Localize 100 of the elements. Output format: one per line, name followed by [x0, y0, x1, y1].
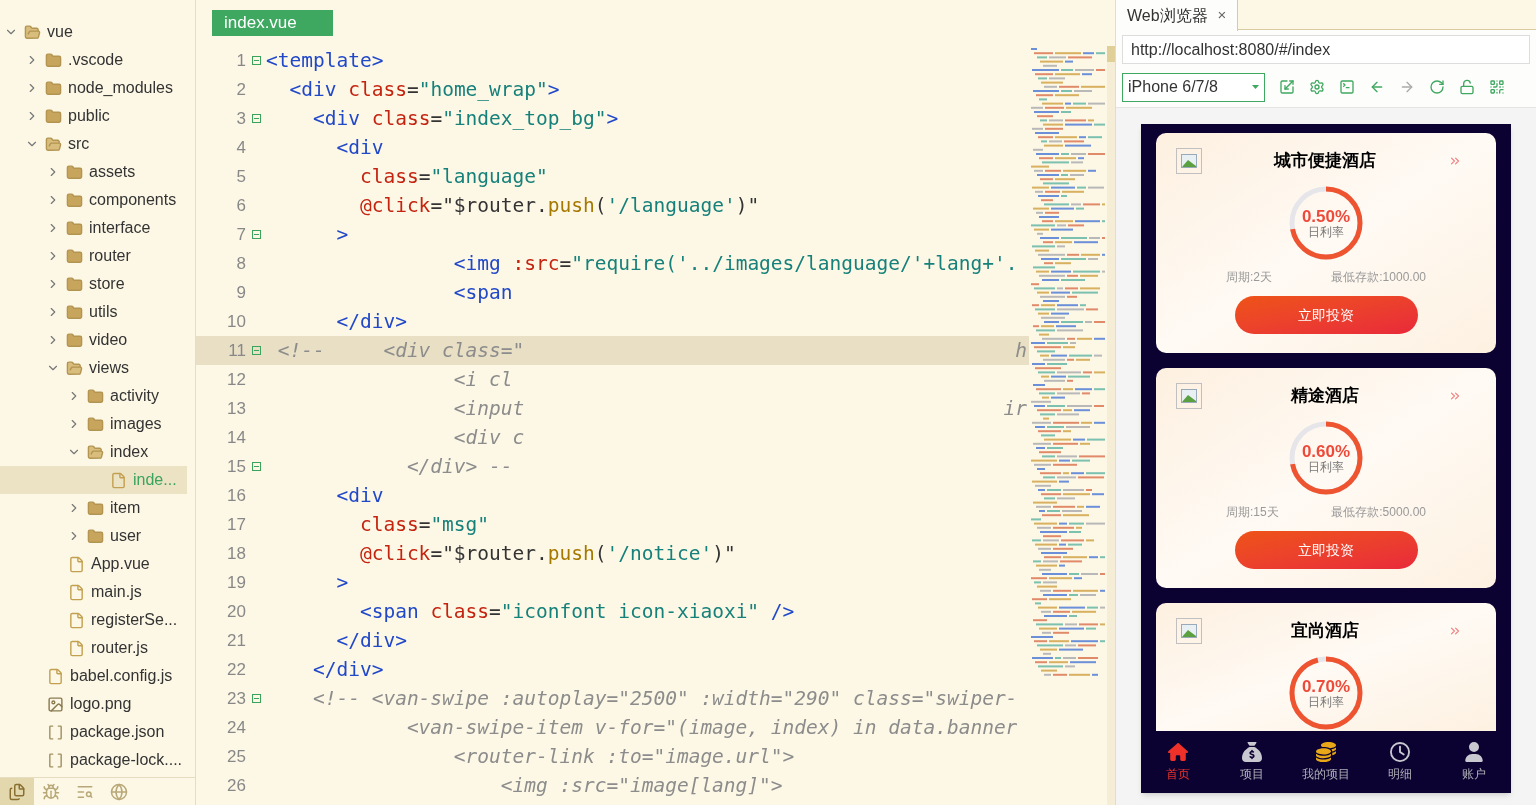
invest-button[interactable]: 立即投资: [1234, 296, 1418, 334]
folder-icon: [45, 51, 62, 69]
folder-icon: [45, 79, 62, 97]
tree-item[interactable]: main.js: [0, 578, 187, 606]
line-number: 3: [235, 107, 246, 130]
resize-icon[interactable]: [1279, 79, 1295, 95]
code-line: <div c: [452, 424, 525, 451]
device-dropdown[interactable]: iPhone 6/7/8: [1122, 72, 1265, 102]
nav-tab[interactable]: 项目: [1215, 731, 1289, 793]
double-chevron-icon[interactable]: [1448, 389, 1462, 403]
code-line: class="language": [358, 163, 548, 190]
folder-icon: [87, 387, 104, 405]
tree-item[interactable]: src: [0, 130, 187, 158]
tree-item[interactable]: images: [0, 410, 187, 438]
tree-item[interactable]: vue: [0, 18, 187, 46]
code-line: <div: [335, 482, 384, 509]
files-tool-button[interactable]: [0, 777, 34, 805]
code-line: <van-swipe-item v-for="(image, index) in data.banner: [405, 714, 1018, 741]
minimum-deposit-text: 最低存款:5000.00: [1331, 504, 1426, 521]
double-chevron-icon[interactable]: [1448, 154, 1462, 168]
code-line: </div>: [335, 308, 407, 335]
code-line: <template>: [266, 47, 384, 74]
tree-item[interactable]: components: [0, 186, 187, 214]
tree-item[interactable]: babel.config.js: [0, 662, 187, 690]
code-line: </div>: [311, 656, 384, 683]
js-file-icon: [68, 583, 85, 601]
terminal-icon[interactable]: [1339, 79, 1355, 95]
line-number: 4: [235, 136, 246, 159]
debug-icon: [42, 782, 60, 801]
hotel-name: 城市便捷酒店: [1272, 150, 1377, 173]
fold-toggle-icon[interactable]: [251, 694, 261, 703]
settings-icon[interactable]: [1309, 79, 1325, 95]
money-bag-icon: [1242, 741, 1262, 762]
tree-item[interactable]: assets: [0, 158, 187, 186]
line-number: 17: [226, 513, 246, 536]
tree-item[interactable]: public: [0, 102, 187, 130]
line-number: 18: [226, 542, 246, 565]
tree-item[interactable]: utils: [0, 298, 187, 326]
tree-item[interactable]: user: [0, 522, 187, 550]
line-number: 9: [235, 281, 246, 304]
folder-icon: [66, 163, 83, 181]
tree-item[interactable]: registerSe...: [0, 606, 187, 634]
folder-icon: [66, 303, 83, 321]
tree-item[interactable]: package.json: [0, 718, 187, 746]
folder-icon: [45, 107, 62, 125]
tree-item[interactable]: index: [0, 438, 187, 466]
tree-item[interactable]: activity: [0, 382, 187, 410]
line-number: 8: [235, 252, 246, 275]
line-number: 11: [227, 339, 246, 362]
unlocked-padlock-icon[interactable]: [1459, 79, 1475, 95]
fold-toggle-icon[interactable]: [251, 346, 261, 355]
line-number: 16: [226, 484, 246, 507]
tree-item[interactable]: App.vue: [0, 550, 187, 578]
nav-tab[interactable]: 账户: [1437, 731, 1511, 793]
line-number: 15: [226, 455, 246, 478]
back-arrow-icon[interactable]: [1369, 79, 1385, 95]
code-line: <div: [335, 134, 384, 161]
rate-value: 0.70%: [1301, 677, 1351, 696]
line-number: 1: [235, 49, 246, 72]
folder-icon: [87, 415, 104, 433]
line-number: 13: [226, 397, 246, 420]
line-number: 12: [226, 368, 246, 391]
scrollbar-thumb[interactable]: [1107, 46, 1115, 62]
tree-item[interactable]: router: [0, 242, 187, 270]
nav-tab[interactable]: 明细: [1363, 731, 1437, 793]
vue-file-icon: [110, 471, 127, 489]
tree-item[interactable]: package-lock....: [0, 746, 187, 774]
code-fragment: ir: [1003, 395, 1028, 422]
fold-toggle-icon[interactable]: [251, 114, 261, 123]
tree-item[interactable]: item: [0, 494, 187, 522]
tree-item[interactable]: node_modules: [0, 74, 187, 102]
tree-item[interactable]: .vscode: [0, 46, 187, 74]
tree-item[interactable]: views: [0, 354, 187, 382]
json-file-icon: [47, 723, 64, 741]
tree-item[interactable]: video: [0, 326, 187, 354]
tree-item[interactable]: interface: [0, 214, 187, 242]
close-tab-button[interactable]: ×: [1217, 4, 1227, 27]
double-chevron-icon[interactable]: [1448, 624, 1462, 638]
line-number: 5: [235, 165, 246, 188]
dropdown-caret-icon: [1252, 85, 1259, 89]
reload-icon[interactable]: [1429, 79, 1445, 95]
vue-file-icon: [68, 555, 85, 573]
qr-code-icon[interactable]: [1489, 79, 1505, 95]
js-file-icon: [68, 611, 85, 629]
tree-item[interactable]: router.js: [0, 634, 187, 662]
code-fragment: h: [1015, 337, 1028, 364]
browser-tab[interactable]: Web浏览器 ×: [1116, 0, 1239, 31]
files-icon: [8, 782, 26, 801]
nav-tab[interactable]: 我的项目: [1289, 731, 1363, 793]
nav-tab[interactable]: 首页: [1141, 731, 1215, 793]
fold-toggle-icon[interactable]: [251, 462, 261, 471]
code-line: </div> --: [405, 453, 513, 480]
code-line: <!-- <van-swipe :autoplay="2500" :width="290" class="swiper-: [311, 685, 1018, 712]
invest-button[interactable]: 立即投资: [1234, 531, 1418, 569]
tree-item[interactable]: logo.png: [0, 690, 187, 718]
fold-toggle-icon[interactable]: [251, 230, 261, 239]
url-field[interactable]: http://localhost:8080/#/index: [1122, 35, 1530, 64]
tree-item[interactable]: store: [0, 270, 187, 298]
fold-toggle-icon[interactable]: [251, 56, 261, 65]
line-number: 19: [226, 571, 246, 594]
